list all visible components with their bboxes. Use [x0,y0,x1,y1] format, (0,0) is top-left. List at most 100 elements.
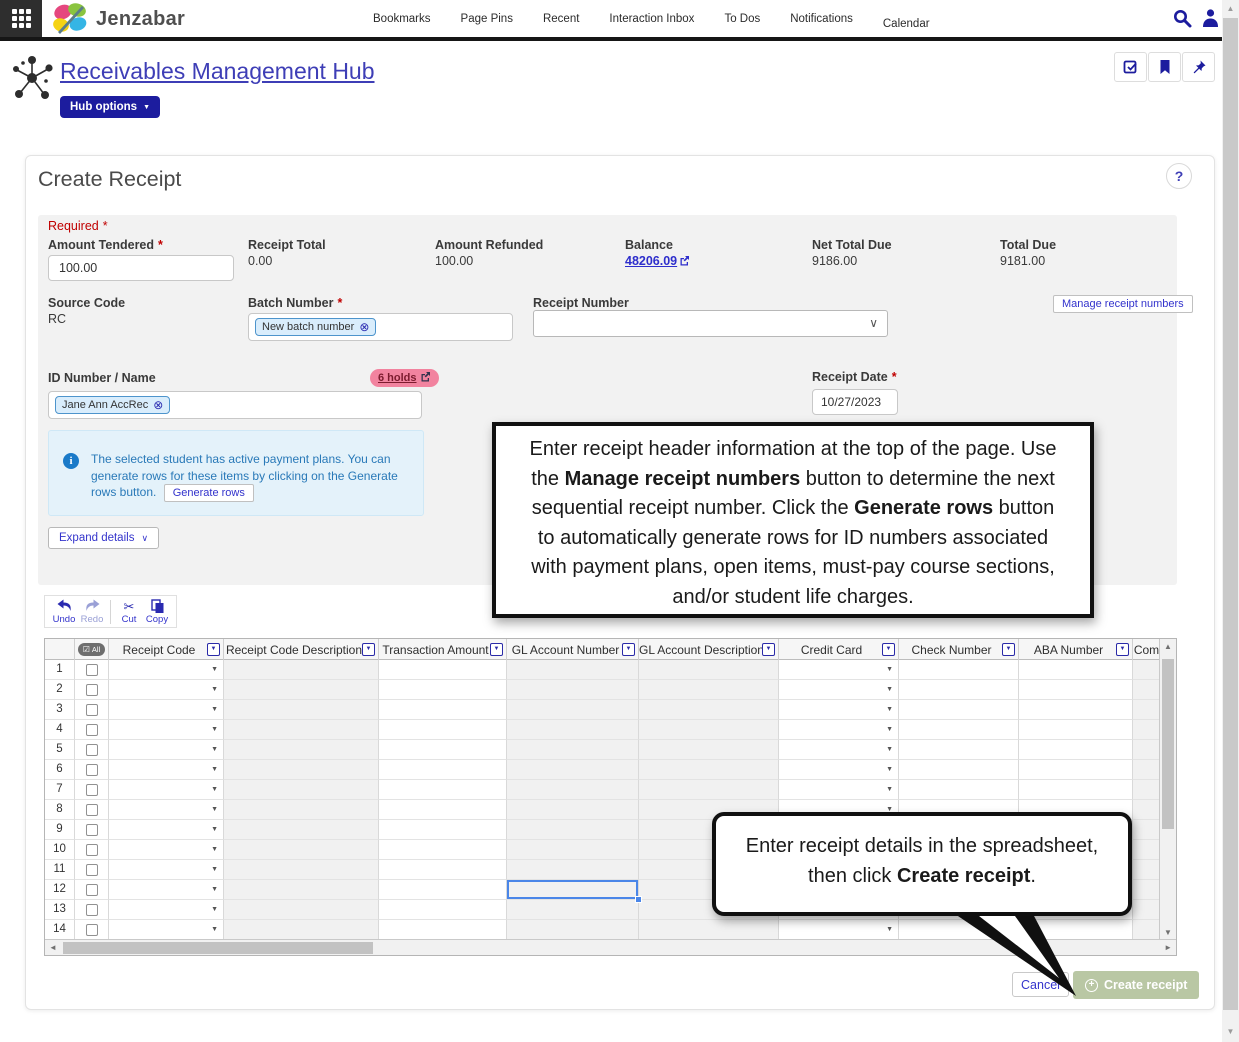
grid-cell[interactable] [639,660,779,680]
grid-cell[interactable] [224,800,379,820]
hub-options-button[interactable]: Hub options ▼ [60,96,160,118]
grid-cell[interactable] [224,900,379,920]
grid-cell[interactable] [379,780,507,800]
bookmark-button[interactable] [1148,52,1181,82]
holds-badge[interactable]: 6 holds [370,369,439,387]
grid-cell[interactable] [507,820,639,840]
grid-cell[interactable] [507,920,639,940]
grid-cell[interactable]: ▼ [109,740,224,760]
create-receipt-button[interactable]: + Create receipt [1073,971,1199,999]
selected-cell[interactable] [507,880,639,900]
grid-cell[interactable]: ▼ [109,920,224,940]
row-checkbox[interactable] [86,784,98,796]
grid-cell[interactable] [507,900,639,920]
grid-cell[interactable] [1019,680,1133,700]
grid-cell[interactable] [379,920,507,940]
grid-cell[interactable]: ▼ [779,740,899,760]
grid-cell[interactable] [1133,900,1161,920]
grid-cell[interactable] [75,820,109,840]
grid-cell[interactable] [639,760,779,780]
grid-cell[interactable] [507,720,639,740]
select-all-toggle[interactable]: ☑All [78,643,106,656]
grid-cell[interactable] [224,660,379,680]
grid-cell[interactable] [75,900,109,920]
row-checkbox[interactable] [86,704,98,716]
row-checkbox[interactable] [86,844,98,856]
grid-cell[interactable] [224,840,379,860]
grid-cell[interactable]: ▼ [779,780,899,800]
grid-cell[interactable] [75,700,109,720]
grid-cell[interactable] [75,880,109,900]
grid-cell[interactable] [899,740,1019,760]
grid-cell[interactable] [1133,800,1161,820]
grid-cell[interactable] [224,780,379,800]
scroll-right-icon[interactable]: ► [1164,943,1172,952]
row-checkbox[interactable] [86,744,98,756]
row-checkbox[interactable] [86,824,98,836]
grid-cell[interactable] [507,740,639,760]
grid-cell[interactable] [639,680,779,700]
grid-cell[interactable] [379,800,507,820]
row-checkbox[interactable] [86,884,98,896]
grid-cell[interactable] [75,920,109,940]
grid-cell[interactable] [75,720,109,740]
grid-cell[interactable] [507,840,639,860]
grid-header-receipt-code-description[interactable]: Receipt Code Description▼ [224,639,379,660]
grid-cell[interactable]: ▼ [109,700,224,720]
row-checkbox[interactable] [86,924,98,936]
id-number-name-input[interactable]: Jane Ann AccRec ⊗ [48,391,422,419]
page-scrollbar[interactable]: ▲ ▼ [1222,0,1239,1042]
grid-cell[interactable] [899,660,1019,680]
scroll-left-icon[interactable]: ◄ [49,943,57,952]
grid-cell[interactable]: ▼ [779,660,899,680]
scroll-up-icon[interactable]: ▲ [1164,642,1172,651]
grid-cell[interactable] [379,840,507,860]
grid-cell[interactable] [224,700,379,720]
grid-cell[interactable] [639,720,779,740]
scroll-up-icon[interactable]: ▲ [1222,4,1239,13]
grid-cell[interactable]: ▼ [779,680,899,700]
grid-cell[interactable] [224,920,379,940]
grid-cell[interactable] [1133,840,1161,860]
nav-item-page-pins[interactable]: Page Pins [461,13,513,25]
grid-cell[interactable]: ▼ [109,780,224,800]
grid-cell[interactable] [75,840,109,860]
grid-cell[interactable] [224,860,379,880]
grid-cell[interactable] [899,720,1019,740]
filter-icon[interactable]: ▼ [490,643,503,656]
scroll-down-icon[interactable]: ▼ [1222,1027,1239,1036]
grid-cell[interactable] [379,880,507,900]
copy-button[interactable]: Copy [143,599,171,625]
grid-cell[interactable] [224,760,379,780]
grid-cell[interactable] [1133,680,1161,700]
nav-item-recent[interactable]: Recent [543,13,579,25]
grid-cell[interactable] [224,880,379,900]
grid-cell[interactable] [1133,920,1161,940]
grid-cell[interactable]: ▼ [109,860,224,880]
grid-cell[interactable] [639,700,779,720]
grid-cell[interactable] [379,680,507,700]
grid-vscroll-thumb[interactable] [1162,659,1174,829]
grid-vertical-scrollbar[interactable]: ▲ ▼ [1159,639,1176,940]
chip-remove-icon[interactable]: ⊗ [153,400,163,410]
chip-remove-icon[interactable]: ⊗ [359,322,369,332]
grid-cell[interactable] [1019,740,1133,760]
grid-cell[interactable] [899,700,1019,720]
row-checkbox[interactable] [86,724,98,736]
grid-cell[interactable] [379,900,507,920]
grid-header-gl-account-description[interactable]: GL Account Description▼ [639,639,779,660]
scroll-down-icon[interactable]: ▼ [1164,928,1172,937]
nav-item-bookmarks[interactable]: Bookmarks [373,13,431,25]
grid-cell[interactable] [224,740,379,760]
grid-cell[interactable]: ▼ [109,660,224,680]
grid-cell[interactable] [379,660,507,680]
amount-tendered-input[interactable] [48,255,234,281]
nav-item-calendar[interactable]: Calendar [883,18,930,30]
filter-icon[interactable]: ▼ [1002,643,1015,656]
grid-cell[interactable]: ▼ [779,700,899,720]
row-checkbox[interactable] [86,804,98,816]
grid-cell[interactable]: ▼ [109,840,224,860]
grid-cell[interactable] [1133,880,1161,900]
grid-header-aba-number[interactable]: ABA Number▼ [1019,639,1133,660]
filter-icon[interactable]: ▼ [207,643,220,656]
